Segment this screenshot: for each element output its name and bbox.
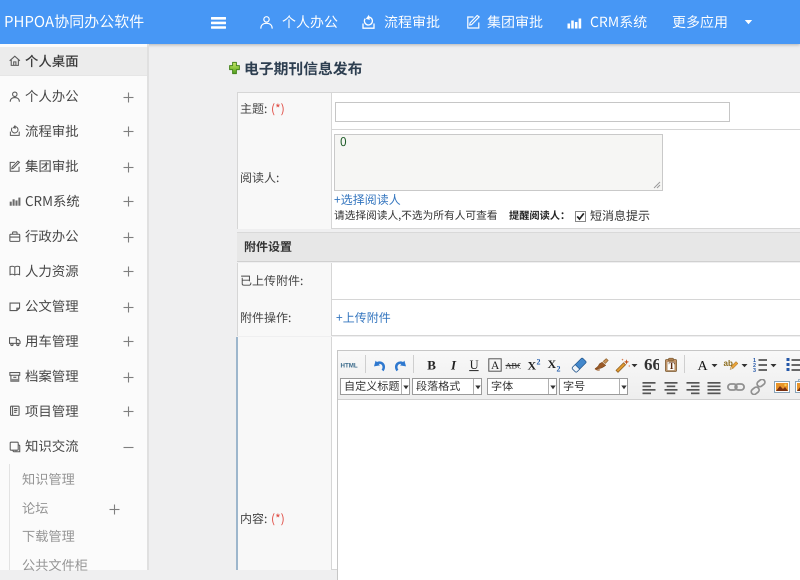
svg-text:A: A (698, 359, 709, 373)
svg-text:2: 2 (557, 365, 561, 374)
svg-text:B: B (427, 358, 436, 373)
svg-text:ABC: ABC (506, 362, 522, 371)
svg-text:X: X (528, 359, 537, 373)
svg-text:U: U (470, 358, 479, 372)
svg-text:2: 2 (537, 358, 541, 367)
svg-text:A: A (491, 360, 500, 372)
svg-text:HTML: HTML (341, 363, 358, 370)
svg-text:66: 66 (644, 357, 659, 373)
svg-text:X: X (548, 357, 557, 371)
svg-text:I: I (450, 358, 457, 373)
svg-text:3: 3 (753, 368, 756, 373)
svg-text:T: T (669, 361, 675, 371)
